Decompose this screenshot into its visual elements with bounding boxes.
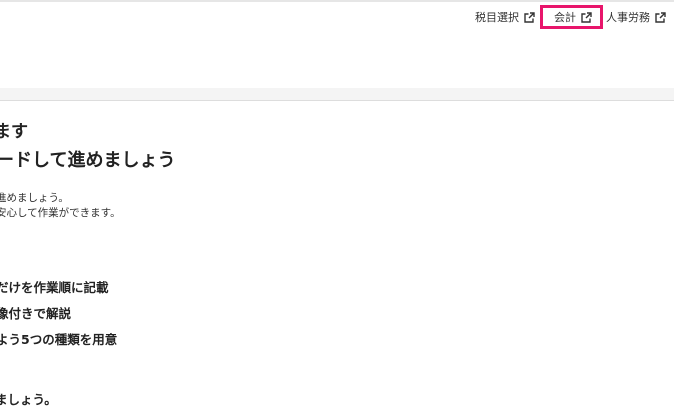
header-band [0,88,674,100]
external-link-icon [655,11,666,23]
nav-link-accounting[interactable]: 会計 [540,5,603,29]
top-divider [0,0,674,2]
nav-link-tax-selection[interactable]: 税目選択 [475,5,535,29]
nav-link-label: 人事労務 [606,11,650,24]
nav-link-label: 税目選択 [475,11,519,24]
closing-text: ましょう。 [0,392,57,407]
page: 税目選択 会計 人事労務 ます ードして進めましょう 進めましょう。 安心して作… [0,0,674,417]
description: 進めましょう。 安心して作業ができます。 [0,191,121,221]
feature-list: だけを作業順に記載 像付きで解説 よう5つの種類を用意 [0,280,117,358]
feature-item: よう5つの種類を用意 [0,332,118,347]
hero-heading-line2: ードして進めましょう [0,150,176,171]
description-line: 安心して作業ができます。 [0,207,121,219]
description-line: 進めましょう。 [0,192,69,204]
nav-link-label: 会計 [554,11,576,24]
nav-link-hr-labor[interactable]: 人事労務 [606,5,666,29]
external-link-icon [524,11,535,23]
external-link-icon [581,11,592,23]
hero-heading-line1: ます [0,122,28,142]
feature-item: 像付きで解説 [0,306,72,321]
feature-item: だけを作業順に記載 [0,280,109,295]
header-divider [0,100,674,101]
